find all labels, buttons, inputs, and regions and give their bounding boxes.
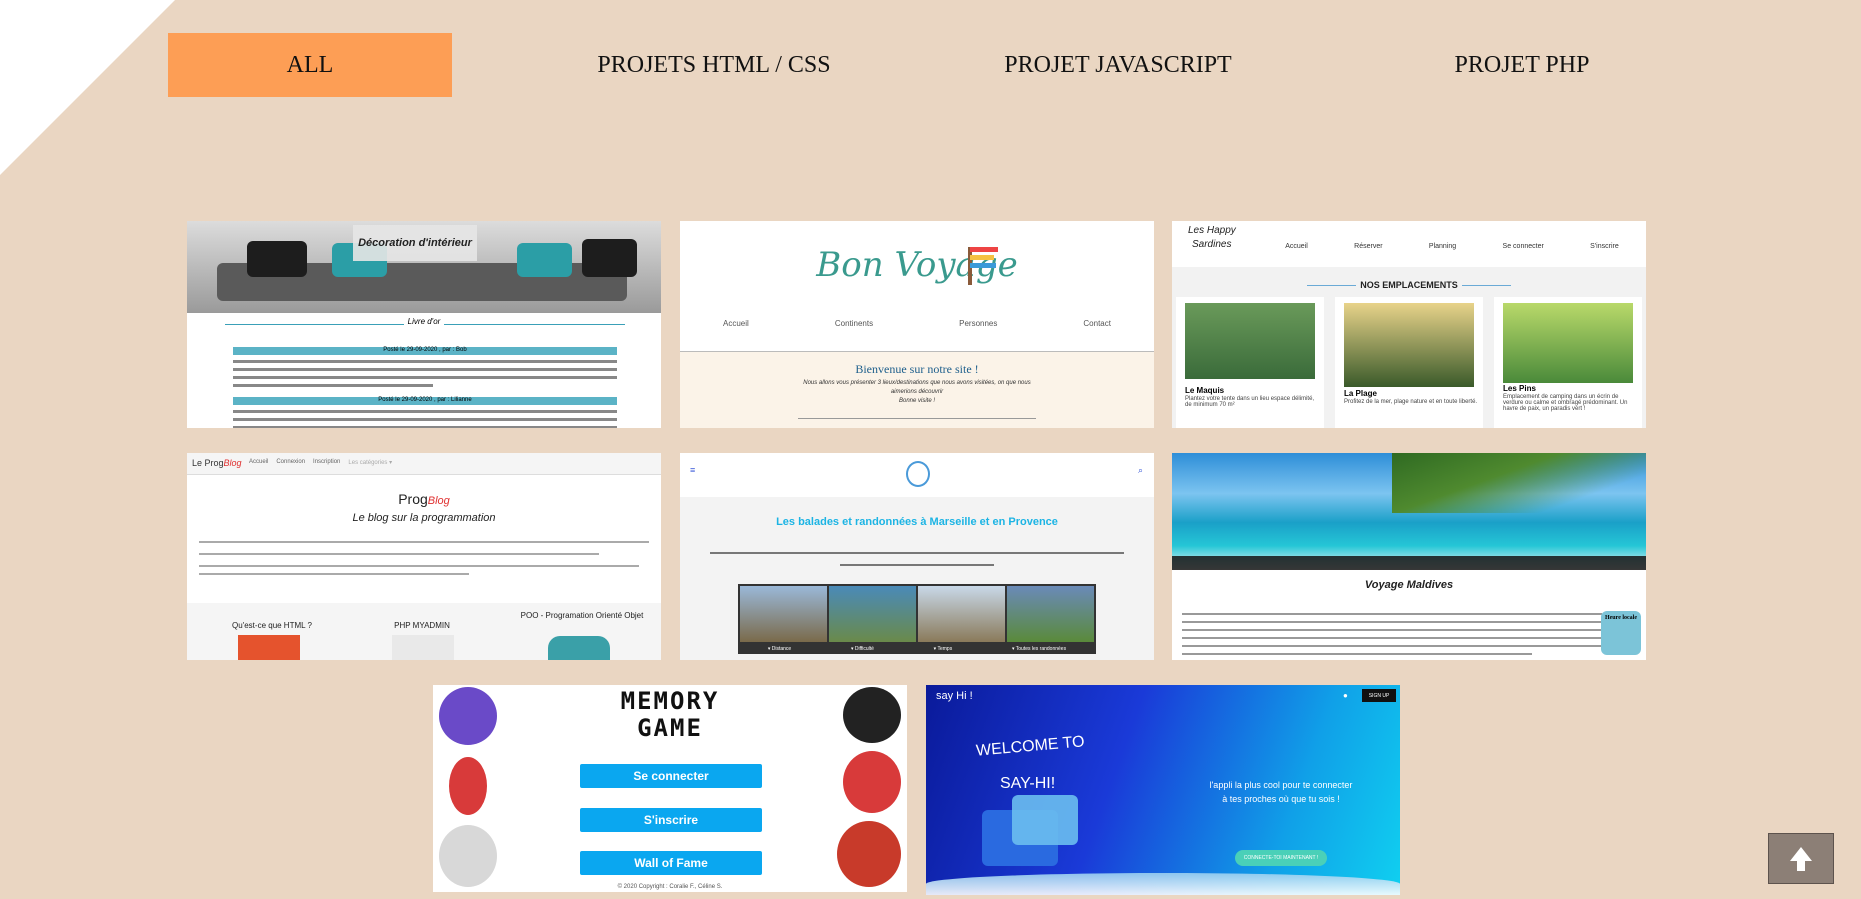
maldives-nav (1172, 556, 1646, 570)
nav-contact[interactable]: Contact (1083, 319, 1111, 328)
project-card-memory[interactable]: MEMORY GAME Se connecter S'inscrire Wall… (433, 685, 907, 892)
octocat-icon (843, 751, 901, 813)
filter-html-css[interactable]: PROJETS HTML / CSS (572, 33, 856, 97)
tab-difficulte[interactable]: ▾ Difficulté (851, 646, 874, 652)
memory-title-1: MEMORY (620, 687, 720, 715)
nav-accueil[interactable]: Accueil (723, 319, 749, 328)
project-card-say-hi[interactable]: say Hi ! ● SIGN UP WELCOME TO SAY-HI! l'… (926, 685, 1400, 895)
octocat-icon (449, 757, 487, 815)
place-card-pins[interactable]: Les Pins Emplacement de camping dans un … (1494, 297, 1642, 428)
maldives-title: Voyage Maldives (1364, 579, 1454, 591)
corner-decoration (0, 0, 175, 175)
pins-photo (1503, 303, 1633, 383)
scroll-to-top-button[interactable] (1768, 833, 1834, 884)
banner-label: Décoration d'intérieur (353, 225, 477, 261)
place-card-plage[interactable]: La Plage Profitez de la mer, plage natur… (1335, 297, 1483, 428)
nav-continents[interactable]: Continents (835, 319, 873, 328)
nav-personnes[interactable]: Personnes (959, 319, 997, 328)
nav-categories[interactable]: Les catégories ▾ (348, 459, 392, 466)
welcome-line-2: aimerions découvrir (890, 389, 944, 395)
category-poo[interactable]: POO - Programation Orienté Objet (517, 611, 647, 620)
sayhi-pitch: l'appli la plus cool pour te connecter à… (1209, 780, 1353, 804)
filter-all[interactable]: ALL (168, 33, 452, 97)
wave-decoration (926, 873, 1400, 895)
sardines-nav: Accueil Réserver Planning Se connecter S… (1262, 243, 1642, 250)
filter-tabs: ▾ Distance ▾ Difficulté ▾ Temps ▾ Toutes… (738, 644, 1096, 654)
plage-photo (1344, 303, 1474, 387)
post-header-2: Posté le 29-09-2020 , par : Lilianne (233, 397, 617, 405)
nav-accueil[interactable]: Accueil (249, 459, 268, 466)
memory-title-2: GAME (637, 714, 703, 742)
php-icon (392, 635, 454, 660)
post-header-1: Posté le 29-09-2020 , par : Bob (233, 347, 617, 355)
welcome-line-3: Bonne visite ! (898, 398, 936, 404)
project-card-maldives[interactable]: Voyage Maldives Heure locale (1172, 453, 1646, 660)
welcome-line-1: Nous allons vous présenter 3 lieux/desti… (803, 380, 1031, 386)
wall-of-fame-button[interactable]: Wall of Fame (580, 851, 762, 875)
nav-reserver[interactable]: Réserver (1354, 243, 1382, 250)
nav-se-connecter[interactable]: Se connecter (1503, 243, 1544, 250)
local-time-badge: Heure locale (1601, 611, 1641, 655)
logo: Bon Voyage (816, 245, 1018, 285)
connect-now-button[interactable]: CONNECTE-TOI MAINTENANT ! (1235, 850, 1327, 866)
sign-up-button[interactable]: SIGN UP (1362, 689, 1396, 702)
tab-toutes[interactable]: ▾ Toutes les randonnées (1012, 646, 1066, 652)
menu-icon[interactable]: ≡ (690, 465, 695, 475)
blog-tagline: Le blog sur la programmation (352, 512, 496, 524)
search-icon[interactable]: ⌕ (1138, 465, 1143, 476)
filter-javascript[interactable]: PROJET JAVASCRIPT (976, 33, 1260, 97)
nav-connexion[interactable]: Connexion (276, 459, 305, 466)
tab-distance[interactable]: ▾ Distance (768, 646, 791, 652)
blog-title: ProgBlog (398, 491, 450, 507)
nav-accueil[interactable]: Accueil (1285, 243, 1308, 250)
nav-planning[interactable]: Planning (1429, 243, 1456, 250)
nav-s-inscrire[interactable]: S'inscrire (1590, 243, 1619, 250)
welcome-line-1: WELCOME TO (975, 733, 1086, 760)
project-card-bon-voyage[interactable]: Bon Voyage Accueil Continents Personnes … (680, 221, 1154, 428)
sardines-logo-1: Les Happy (1188, 225, 1236, 236)
category-php[interactable]: PHP MYADMIN (357, 621, 487, 630)
marseille-title: Les balades et randonnées à Marseille et… (776, 516, 1058, 528)
octocat-icon (837, 821, 901, 887)
chat-bubble-icon (1012, 795, 1078, 845)
place-card-maquis[interactable]: Le Maquis Plantez votre tente dans un li… (1176, 297, 1324, 428)
blog-brand: Le ProgBlog (192, 458, 242, 468)
nav-inscription[interactable]: Inscription (313, 459, 340, 466)
maquis-photo (1185, 303, 1315, 379)
project-card-deco[interactable]: Décoration d'intérieur Livre d'or Posté … (187, 221, 661, 428)
s-inscrire-button[interactable]: S'inscrire (580, 808, 762, 832)
sardines-logo-2: Sardines (1192, 239, 1232, 250)
tab-temps[interactable]: ▾ Temps (934, 646, 953, 652)
poo-icon (548, 636, 610, 660)
welcome-title: Bienvenue sur notre site ! (855, 362, 979, 376)
blog-nav: Accueil Connexion Inscription Les catégo… (249, 459, 392, 466)
html5-icon (238, 635, 300, 660)
se-connecter-button[interactable]: Se connecter (580, 764, 762, 788)
memory-footer: © 2020 Copyright : Coralie F., Céline S. (617, 884, 723, 890)
project-card-sardines[interactable]: Les Happy Sardines Accueil Réserver Plan… (1172, 221, 1646, 428)
category-html[interactable]: Qu'est-ce que HTML ? (207, 621, 337, 630)
sayhi-brand: say Hi ! (936, 690, 973, 702)
welcome-line-2: SAY-HI! (1000, 775, 1056, 792)
project-card-marseille[interactable]: ≡ ⌕ Les balades et randonnées à Marseill… (680, 453, 1154, 660)
user-icon[interactable]: ● (1343, 691, 1348, 700)
photo-strip (738, 584, 1096, 644)
logo-emblem-icon (906, 461, 930, 487)
section-title: NOS EMPLACEMENTS (1172, 280, 1646, 290)
filter-php[interactable]: PROJET PHP (1380, 33, 1664, 97)
octocat-icon (439, 825, 497, 887)
voyage-nav: Accueil Continents Personnes Contact (680, 319, 1154, 328)
deco-subtitle: Livre d'or (187, 317, 661, 326)
filter-bar: ALL PROJETS HTML / CSS PROJET JAVASCRIPT… (168, 33, 1776, 97)
arrow-up-icon (1790, 846, 1812, 871)
project-card-prog-blog[interactable]: Le ProgBlog Accueil Connexion Inscriptio… (187, 453, 661, 660)
